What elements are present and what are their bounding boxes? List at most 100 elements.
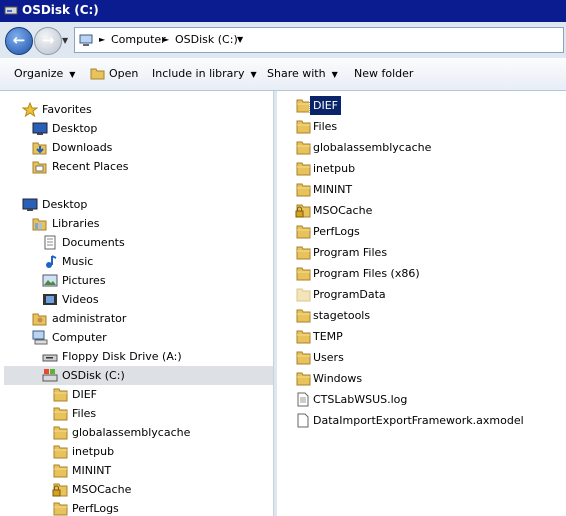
file-name: Program Files (x86) — [313, 267, 420, 280]
breadcrumb-computer[interactable]: Computer — [111, 33, 166, 46]
videos-icon — [43, 294, 57, 305]
breadcrumb-osdisk[interactable]: OSDisk (C:) — [175, 33, 238, 46]
breadcrumb-chevron-icon[interactable]: ► — [163, 35, 169, 44]
nav-label: Downloads — [52, 141, 113, 154]
nav-folder-item[interactable]: Files — [52, 404, 262, 423]
computer-icon — [32, 330, 48, 345]
nav-label: Desktop — [52, 122, 98, 135]
file-name: TEMP — [313, 330, 343, 343]
nav-videos[interactable]: Videos — [42, 290, 262, 309]
nav-folder-item[interactable]: globalassemblycache — [52, 423, 262, 442]
nav-label: administrator — [52, 312, 127, 325]
folder-icon — [53, 407, 68, 421]
nav-label: Videos — [62, 293, 99, 306]
desktop-icon — [22, 198, 38, 211]
organize-label: Organize — [14, 67, 64, 80]
command-bar: Organize ▼ Open Include in library ▼ Share… — [0, 58, 566, 91]
nav-computer[interactable]: Computer — [32, 328, 262, 347]
folder-icon — [296, 120, 311, 134]
open-button[interactable]: Open — [90, 67, 138, 80]
dropdown-arrow-icon: ▼ — [250, 70, 257, 79]
nav-pictures[interactable]: Pictures — [42, 271, 262, 290]
folder-icon — [296, 99, 311, 113]
nav-documents[interactable]: Documents — [42, 233, 262, 252]
open-folder-icon — [90, 68, 105, 80]
nav-label: Files — [72, 407, 97, 420]
nav-music[interactable]: Music — [42, 252, 262, 271]
nav-folder-item[interactable]: inetpub — [52, 442, 262, 461]
nav-label: Documents — [62, 236, 125, 249]
nav-label: Floppy Disk Drive (A:) — [62, 350, 182, 363]
file-name: Windows — [313, 372, 363, 385]
nav-administrator[interactable]: administrator — [32, 309, 262, 328]
include-in-library-label: Include in library — [152, 67, 245, 80]
nav-label: Recent Places — [52, 160, 129, 173]
folder-icon — [53, 388, 68, 402]
text-file-icon — [297, 392, 309, 407]
computer-icon — [79, 34, 93, 46]
file-name: MININT — [313, 183, 353, 196]
user-folder-icon — [32, 313, 47, 326]
file-name: ProgramData — [313, 288, 386, 301]
file-name: Users — [313, 351, 344, 364]
nav-label: Computer — [52, 331, 107, 344]
new-folder-button[interactable]: New folder — [354, 67, 413, 80]
forward-arrow-icon: → — [41, 31, 55, 49]
organize-button[interactable]: Organize ▼ — [14, 67, 75, 80]
breadcrumb-end-chevron-icon[interactable]: ▼ — [237, 35, 243, 44]
libraries-icon — [32, 218, 47, 231]
share-with-label: Share with — [267, 67, 326, 80]
nav-label: Libraries — [52, 217, 100, 230]
file-name: globalassemblycache — [313, 141, 432, 154]
recent-places-icon — [32, 161, 47, 174]
music-icon — [46, 255, 57, 268]
dropdown-arrow-icon: ▼ — [331, 70, 338, 79]
file-name: CTSLabWSUS.log — [313, 393, 408, 406]
pictures-icon — [42, 274, 58, 287]
nav-label: MSOCache — [72, 483, 132, 496]
forward-button[interactable]: → — [34, 27, 62, 55]
folder-icon — [296, 351, 311, 365]
navigation-bar: ← → ▼ ► Computer ► OSDisk (C:) ▼ — [0, 22, 566, 58]
documents-icon — [44, 235, 56, 250]
blank-file-icon — [297, 413, 309, 428]
nav-label: Desktop — [42, 198, 88, 211]
nav-folder-item[interactable]: DIEF — [52, 385, 262, 404]
address-bar[interactable]: ► Computer ► OSDisk (C:) ▼ — [74, 27, 564, 53]
recent-pages-dropdown[interactable]: ▼ — [62, 36, 70, 45]
nav-label: globalassemblycache — [72, 426, 191, 439]
nav-downloads[interactable]: Downloads — [32, 138, 262, 157]
file-name: Program Files — [313, 246, 388, 259]
title-bar: OSDisk (C:) — [0, 0, 566, 22]
share-with-button[interactable]: Share with ▼ — [267, 67, 338, 80]
nav-recent-places[interactable]: Recent Places — [32, 157, 262, 176]
nav-osdisk[interactable]: OSDisk (C:) — [4, 366, 273, 385]
file-name: stagetools — [313, 309, 371, 322]
nav-label: Favorites — [42, 103, 92, 116]
nav-libraries[interactable]: Libraries — [32, 214, 262, 233]
breadcrumb-root-chevron-icon[interactable]: ► — [99, 35, 105, 44]
nav-desktop[interactable]: Desktop — [22, 195, 262, 214]
folder-icon — [53, 502, 68, 516]
nav-label: DIEF — [72, 388, 97, 401]
include-in-library-button[interactable]: Include in library ▼ — [152, 67, 257, 80]
folder-icon — [296, 309, 311, 323]
file-name: inetpub — [313, 162, 356, 175]
navigation-pane: Favorites Desktop Downloads Recent Place… — [0, 91, 273, 516]
nav-label: Music — [62, 255, 94, 268]
folder-icon — [296, 183, 311, 197]
back-button[interactable]: ← — [5, 27, 33, 55]
file-name: DIEF — [309, 95, 342, 116]
nav-label: OSDisk (C:) — [62, 369, 125, 382]
file-name: Files — [313, 120, 338, 133]
drive-icon — [4, 6, 18, 15]
nav-folder-item[interactable]: MSOCache — [52, 480, 262, 499]
nav-desktop-favorite[interactable]: Desktop — [32, 119, 262, 138]
folder-icon — [296, 162, 311, 176]
nav-label: MININT — [72, 464, 112, 477]
nav-favorites[interactable]: Favorites — [22, 100, 262, 119]
nav-folder-item[interactable]: MININT — [52, 461, 262, 480]
nav-floppy-drive[interactable]: Floppy Disk Drive (A:) — [42, 347, 262, 366]
hidden-folder-icon — [296, 288, 311, 302]
nav-folder-item[interactable]: PerfLogs — [52, 499, 262, 516]
